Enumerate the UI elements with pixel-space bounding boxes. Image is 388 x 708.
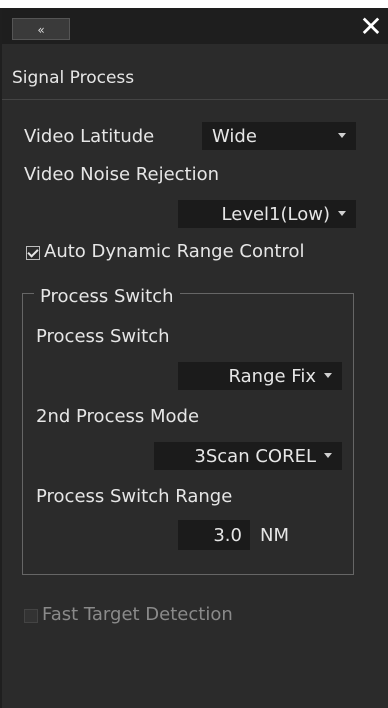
process-switch-group-title: Process Switch <box>34 286 180 307</box>
chevron-down-icon <box>324 373 332 378</box>
close-icon: ✕ <box>359 10 383 43</box>
process-switch-range-input[interactable]: 3.0 <box>178 520 250 550</box>
chevron-down-icon <box>338 211 346 216</box>
video-latitude-label: Video Latitude <box>24 126 155 147</box>
second-process-mode-label: 2nd Process Mode <box>36 406 200 427</box>
process-switch-value: Range Fix <box>228 366 316 387</box>
video-latitude-dropdown[interactable]: Wide <box>202 122 356 150</box>
process-switch-label: Process Switch <box>36 326 170 347</box>
fast-target-checkbox[interactable] <box>24 609 38 623</box>
video-noise-rejection-label: Video Noise Rejection <box>24 164 220 185</box>
video-noise-rejection-dropdown[interactable]: Level1(Low) <box>178 200 356 228</box>
chevron-down-icon <box>324 453 332 458</box>
signal-process-panel: « ✕ Signal Process Video Latitude Wide V… <box>0 8 388 708</box>
collapse-button[interactable]: « <box>12 18 70 40</box>
process-switch-range-label: Process Switch Range <box>36 486 233 507</box>
close-button[interactable]: ✕ <box>354 11 388 43</box>
second-process-mode-dropdown[interactable]: 3Scan COREL <box>154 442 342 470</box>
title-bar: « ✕ <box>2 8 388 44</box>
video-latitude-value: Wide <box>212 126 257 147</box>
panel-title: Signal Process <box>12 68 135 88</box>
adrc-label: Auto Dynamic Range Control <box>44 241 305 262</box>
double-chevron-left-icon: « <box>37 23 45 37</box>
chevron-down-icon <box>338 133 346 138</box>
adrc-checkbox[interactable] <box>26 246 40 260</box>
fast-target-label: Fast Target Detection <box>42 604 233 625</box>
process-switch-dropdown[interactable]: Range Fix <box>178 362 342 390</box>
video-noise-rejection-value: Level1(Low) <box>221 204 330 225</box>
divider <box>2 99 388 100</box>
second-process-mode-value: 3Scan COREL <box>194 446 316 467</box>
range-unit-label: NM <box>260 525 289 546</box>
process-switch-range-value: 3.0 <box>213 525 242 546</box>
